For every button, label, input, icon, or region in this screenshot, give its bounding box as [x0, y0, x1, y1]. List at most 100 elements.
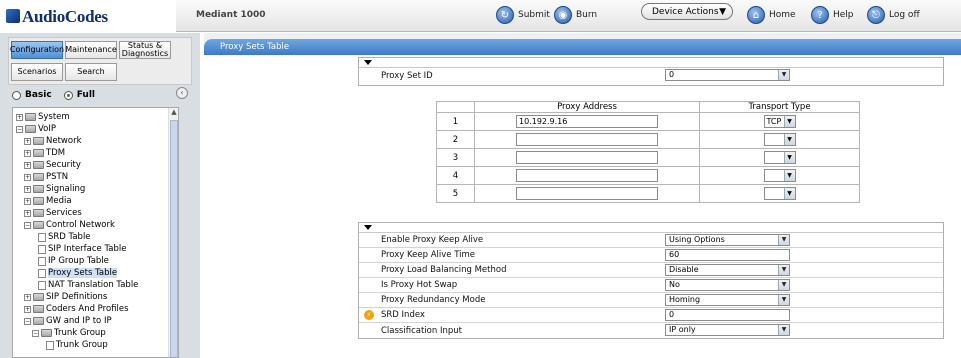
tree-item-trunk-group-folder[interactable]: − Trunk Group: [32, 327, 106, 339]
classification-input-select[interactable]: IP only ▼: [665, 324, 790, 336]
logo-text: AudioCodes: [22, 7, 108, 26]
tree-item-gw-and-ip-to-ip[interactable]: − GW and IP to IP: [24, 315, 112, 327]
chevron-down-icon: ▼: [783, 188, 795, 199]
tree-item-control-network[interactable]: − Control Network: [24, 219, 115, 231]
help-button[interactable]: ? Help: [811, 4, 854, 26]
burn-button[interactable]: ◉ Burn: [554, 4, 597, 26]
proxy-address-input[interactable]: [516, 133, 658, 146]
transport-type-select[interactable]: ▼: [763, 169, 796, 182]
setting-row-hot-swap: Is Proxy Hot Swap No ▼: [359, 278, 943, 293]
transport-type-select[interactable]: TCP ▼: [763, 115, 796, 128]
proxy-set-id-label: Proxy Set ID: [381, 70, 433, 81]
collapse-panel-icon[interactable]: ‹: [176, 87, 188, 99]
tree-item-trunk-group[interactable]: Trunk Group: [46, 339, 108, 351]
device-actions-dropdown[interactable]: Device Actions ▼: [641, 3, 733, 20]
load-balancing-method-select[interactable]: Disable ▼: [665, 264, 790, 276]
submit-label: Submit: [518, 10, 550, 20]
proxy-keep-alive-time-input[interactable]: 60: [665, 249, 790, 261]
section-header[interactable]: [359, 223, 943, 233]
setting-label: Is Proxy Hot Swap: [381, 280, 458, 290]
tab-search[interactable]: Search: [65, 63, 117, 81]
tab-status-diagnostics[interactable]: Status & Diagnostics: [119, 41, 171, 59]
home-button[interactable]: ⌂ Home: [747, 4, 796, 26]
tree-item-media[interactable]: + Media: [24, 195, 72, 207]
proxy-address-input[interactable]: 10.192.9.16: [516, 115, 658, 128]
tree-item-pstn[interactable]: + PSTN: [24, 171, 68, 183]
basic-label: Basic: [25, 90, 52, 100]
row-index: 4: [436, 166, 475, 185]
scroll-up-icon[interactable]: ▲: [169, 108, 178, 118]
tab-scenarios[interactable]: Scenarios: [11, 63, 63, 81]
help-icon: ?: [811, 6, 829, 24]
proxy-address-input[interactable]: [516, 151, 658, 164]
tree-item-signaling[interactable]: + Signaling: [24, 183, 85, 195]
nav-tabs: Configuration Maintenance Status & Diagn…: [8, 37, 192, 85]
tree-item-network[interactable]: + Network: [24, 135, 82, 147]
chevron-down-icon: ▼: [778, 325, 789, 335]
basic-radio[interactable]: [12, 90, 21, 100]
logo: AudioCodes: [6, 7, 108, 27]
tree-item-srd-table[interactable]: SRD Table: [38, 231, 91, 243]
table-row: 1 10.192.9.16 TCP ▼: [436, 112, 860, 131]
full-radio[interactable]: [63, 90, 73, 100]
enable-proxy-keep-alive-select[interactable]: Using Options ▼: [665, 234, 790, 246]
tree-item-sip-interface-table[interactable]: SIP Interface Table: [38, 243, 126, 255]
home-label: Home: [769, 10, 796, 20]
tree-item-sip-definitions[interactable]: + SIP Definitions: [24, 291, 107, 303]
srd-index-input[interactable]: 0: [665, 309, 790, 321]
table-row: 3 ▼: [436, 148, 860, 167]
tree-item-voip[interactable]: − VoIP: [16, 123, 56, 135]
logoff-button[interactable]: ⎋ Log off: [867, 4, 920, 26]
table-row: 5 ▼: [436, 184, 860, 203]
chevron-down-icon: ▼: [783, 152, 795, 163]
transport-type-header: Transport Type: [699, 101, 860, 113]
device-actions-label: Device Actions: [652, 6, 719, 17]
tree-scrollbar[interactable]: ▲: [168, 108, 178, 357]
setting-label: Proxy Redundancy Mode: [381, 295, 486, 305]
scrollbar-thumb[interactable]: [170, 120, 178, 357]
device-name: Mediant 1000: [196, 10, 266, 20]
table-row: 2 ▼: [436, 130, 860, 149]
setting-row-keep-alive-time: Proxy Keep Alive Time 60: [359, 248, 943, 263]
setting-row-classification-input: Classification Input IP only ▼: [359, 323, 943, 338]
burn-icon: ◉: [554, 6, 572, 24]
setting-row-keep-alive: Enable Proxy Keep Alive Using Options ▼: [359, 233, 943, 248]
section-header[interactable]: [359, 58, 943, 68]
proxy-redundancy-mode-select[interactable]: Homing ▼: [665, 294, 790, 306]
proxy-set-id-select[interactable]: 0 ▼: [665, 69, 790, 81]
submit-button[interactable]: ↻ Submit: [496, 4, 550, 26]
transport-type-select[interactable]: ▼: [763, 133, 796, 146]
home-icon: ⌂: [747, 6, 765, 24]
logo-area: AudioCodes: [0, 0, 176, 32]
setting-label: Proxy Load Balancing Method: [381, 265, 507, 275]
transport-type-select[interactable]: ▼: [763, 187, 796, 200]
logoff-label: Log off: [889, 10, 920, 20]
tree-item-ip-group-table[interactable]: IP Group Table: [38, 255, 109, 267]
transport-type-select[interactable]: ▼: [763, 151, 796, 164]
proxy-address-table: Proxy Address Transport Type 1 10.192.9.…: [436, 101, 860, 203]
tree-item-nat-translation-table[interactable]: NAT Translation Table: [38, 279, 138, 291]
proxy-hot-swap-select[interactable]: No ▼: [665, 279, 790, 291]
help-label: Help: [833, 10, 854, 20]
chevron-down-icon: ▼: [783, 134, 795, 145]
proxy-address-input[interactable]: [516, 187, 658, 200]
main-area: Proxy Sets Table Proxy Set ID 0 ▼ Proxy A…: [204, 33, 961, 358]
tree-item-proxy-sets-table[interactable]: Proxy Sets Table: [38, 267, 118, 279]
proxy-address-input[interactable]: [516, 169, 658, 182]
setting-row-srd-index: ⚡ SRD Index 0: [359, 308, 943, 323]
tab-maintenance[interactable]: Maintenance: [65, 41, 117, 59]
collapse-triangle-icon[interactable]: [364, 225, 372, 230]
navigation-panel: Configuration Maintenance Status & Diagn…: [0, 33, 200, 358]
collapse-triangle-icon[interactable]: [364, 60, 372, 65]
full-label: Full: [76, 90, 95, 100]
logoff-icon: ⎋: [867, 6, 885, 24]
tab-configuration[interactable]: Configuration: [10, 41, 64, 59]
chevron-down-icon: ▼: [778, 235, 789, 245]
tree-item-tdm[interactable]: + TDM: [24, 147, 65, 159]
tree-item-services[interactable]: + Services: [24, 207, 82, 219]
chevron-down-icon: ▼: [778, 70, 789, 80]
tree-item-system[interactable]: + System: [16, 111, 70, 123]
page-title: Proxy Sets Table: [204, 39, 961, 55]
tree-item-coders-and-profiles[interactable]: + Coders And Profiles: [24, 303, 129, 315]
tree-item-security[interactable]: + Security: [24, 159, 81, 171]
